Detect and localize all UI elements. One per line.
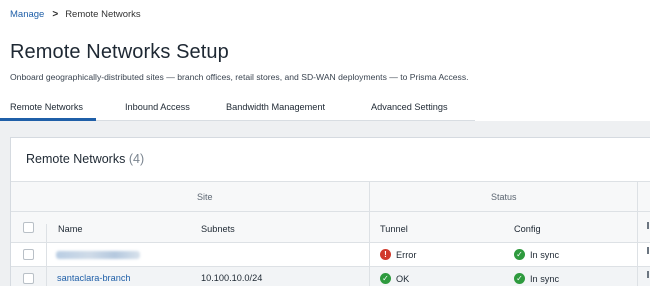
tunnel-status: ✓ OK [380,273,409,284]
check-circle-icon: ✓ [514,249,525,260]
panel-title: Remote Networks (4) [26,152,144,166]
row-checkbox[interactable] [23,273,34,284]
tab-bandwidth-management[interactable]: Bandwidth Management [226,102,325,112]
row-subnets: 10.100.10.0/24 [201,273,263,283]
row-checkbox[interactable] [23,249,34,260]
tunnel-status: ! Error [380,249,416,260]
check-circle-icon: ✓ [514,273,525,284]
panel-title-text: Remote Networks [26,152,126,166]
page-subtitle: Onboard geographically-distributed sites… [10,72,469,82]
redacted-name-link[interactable] [56,251,140,259]
check-circle-icon: ✓ [380,273,391,284]
breadcrumb-current: Remote Networks [65,9,141,20]
column-header-subnets[interactable]: Subnets [201,224,235,234]
table-row[interactable]: ! Error ✓ In sync [11,242,650,266]
select-all-checkbox[interactable] [23,222,34,233]
tab-remote-networks[interactable]: Remote Networks [0,102,97,121]
remote-networks-table: Site Status Name Subnets Tunnel Config !… [11,181,650,286]
config-status: ✓ In sync [514,273,559,284]
config-status-label: In sync [530,273,560,284]
config-status-label: In sync [530,249,560,260]
table-row[interactable]: santaclara-branch 10.100.10.0/24 ✓ OK ✓ … [11,266,650,286]
breadcrumb: Manage > Remote Networks [10,9,141,20]
truncated-column-header [647,222,649,229]
column-divider [369,181,370,286]
remote-networks-panel: Remote Networks (4) Site Status Name Sub… [10,137,650,286]
tab-inbound-access[interactable]: Inbound Access [125,102,190,112]
row-name-link[interactable]: santaclara-branch [57,273,131,283]
group-header-site: Site [197,192,213,202]
config-status: ✓ In sync [514,249,559,260]
tunnel-status-label: Error [396,249,417,260]
group-header-status: Status [491,192,517,202]
tab-advanced-settings[interactable]: Advanced Settings [371,102,448,112]
column-divider [637,181,638,286]
page-title: Remote Networks Setup [10,41,229,63]
column-divider [46,224,47,286]
column-header-config[interactable]: Config [514,224,541,234]
column-header-tunnel[interactable]: Tunnel [380,224,408,234]
tunnel-status-label: OK [396,273,410,284]
chevron-right-icon: > [52,9,59,20]
truncated-column-cell [647,271,649,278]
column-header-name[interactable]: Name [58,224,83,234]
truncated-column-cell [647,247,649,254]
tab-bar: Remote Networks Inbound Access Bandwidth… [0,96,475,121]
error-icon: ! [380,249,391,260]
breadcrumb-manage-link[interactable]: Manage [10,9,44,20]
panel-count: (4) [128,152,145,166]
table-group-header: Site Status [11,181,650,211]
table-header: Name Subnets Tunnel Config [11,211,650,242]
